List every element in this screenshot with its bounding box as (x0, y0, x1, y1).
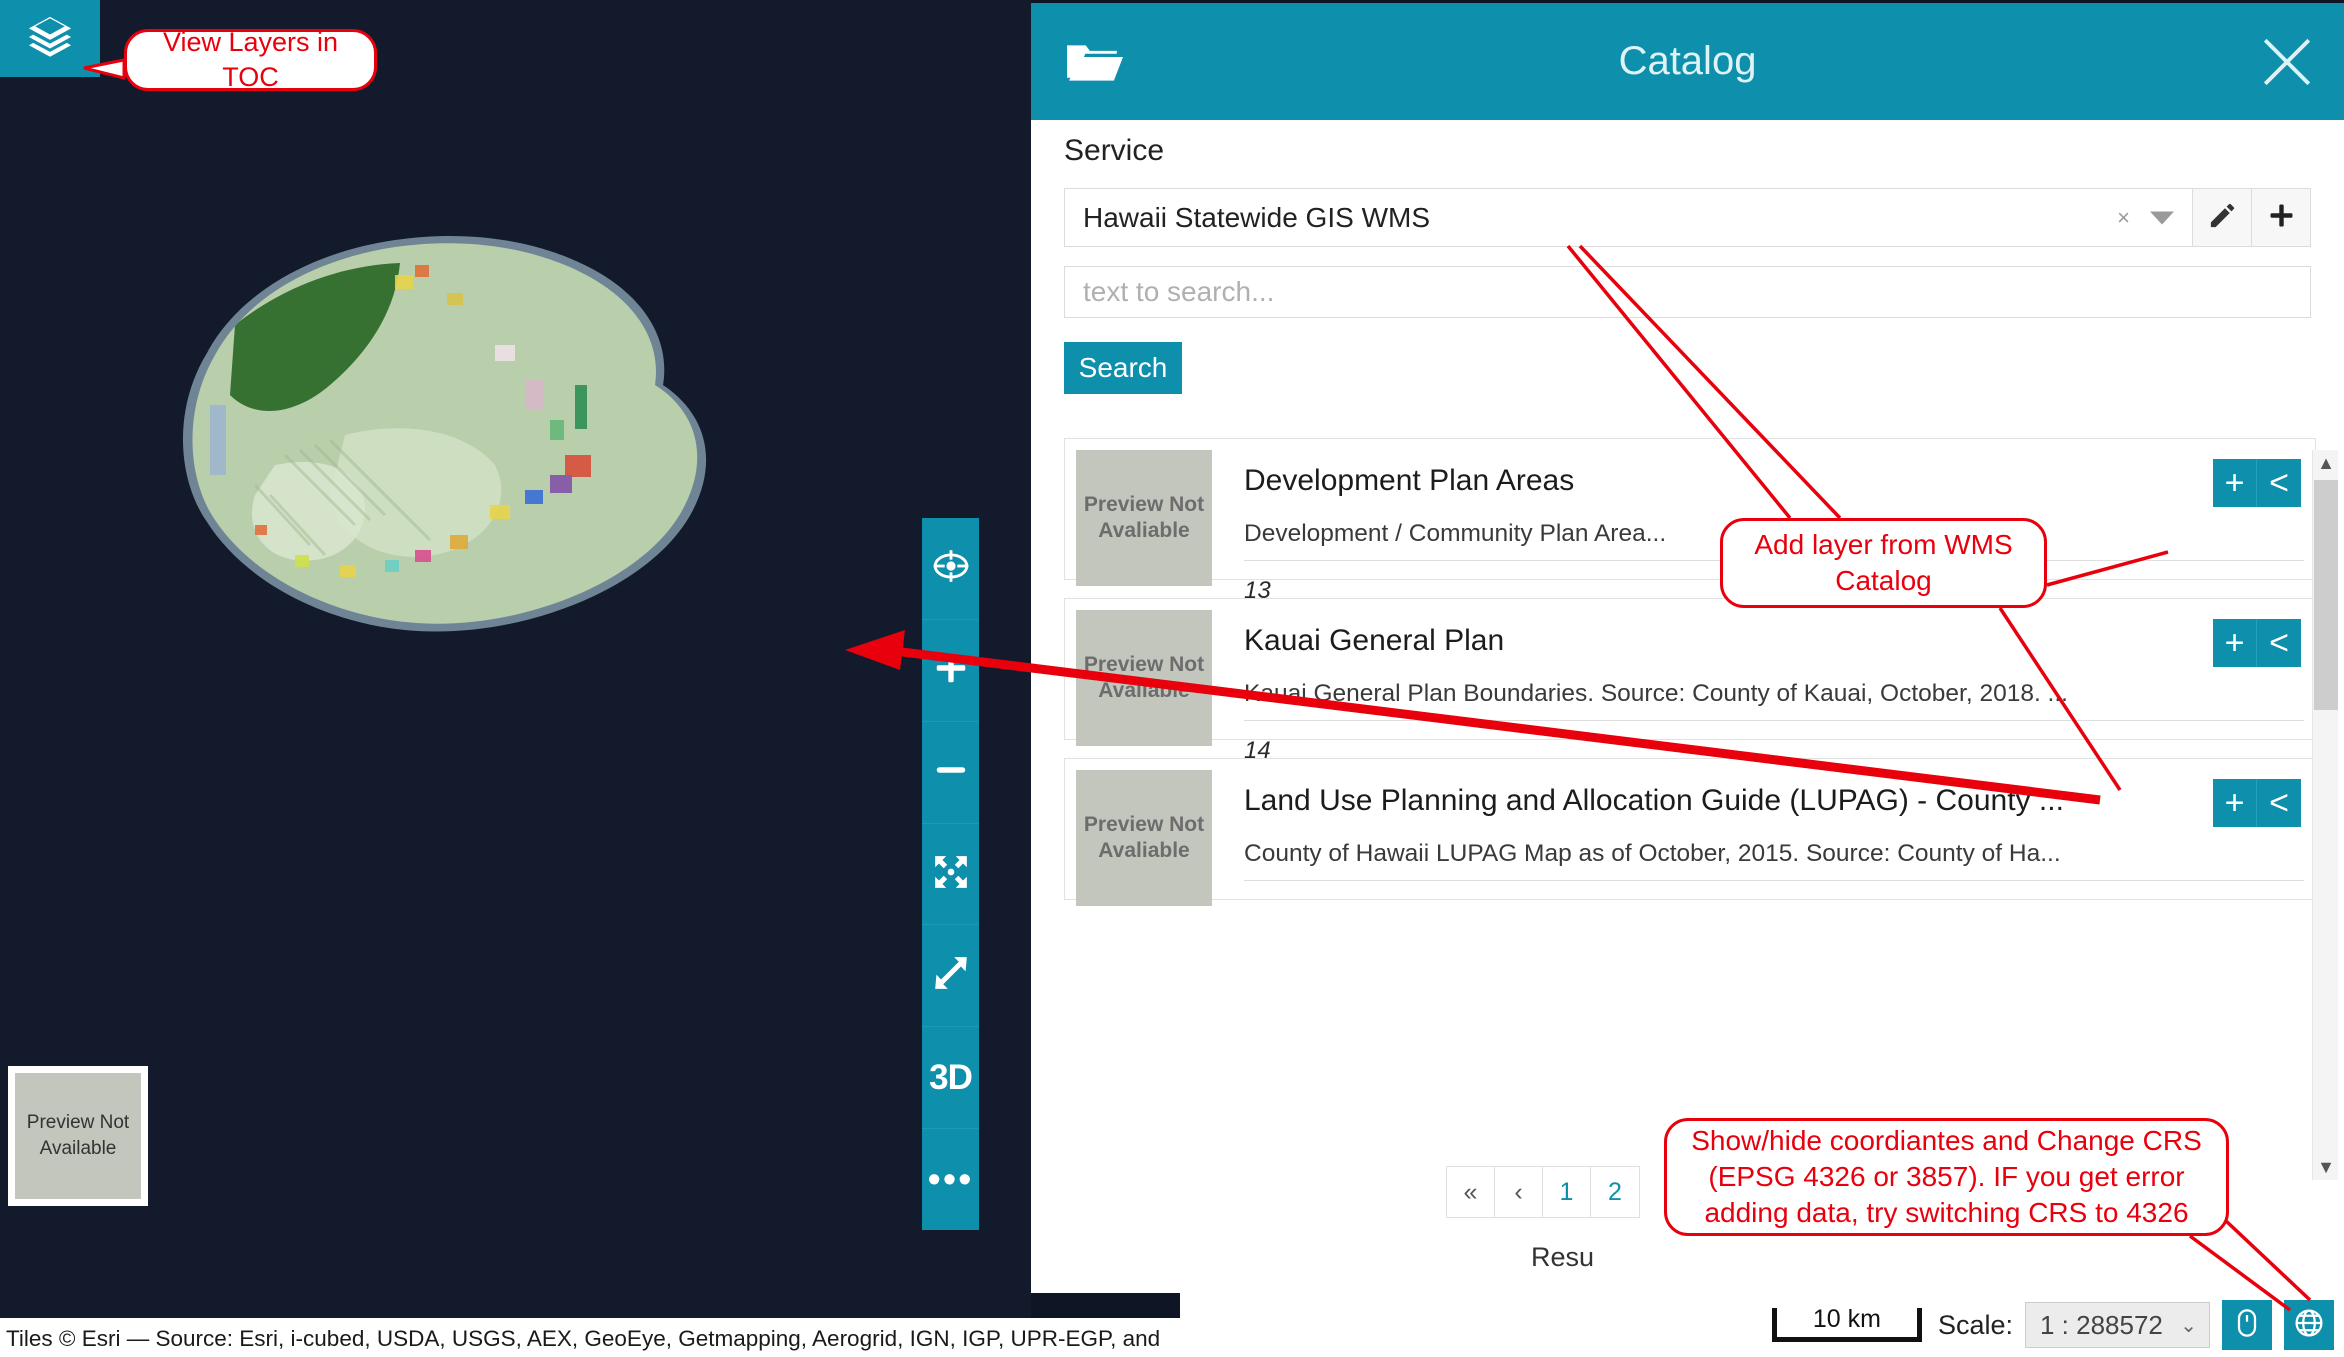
scale-bar: 10 km (1771, 1305, 1922, 1342)
result-card[interactable]: Preview Not Avaliable Kauai General Plan… (1064, 598, 2316, 764)
minus-icon (932, 751, 970, 794)
close-icon[interactable] (2258, 33, 2316, 91)
more-options-button[interactable]: ••• (922, 1129, 979, 1230)
scroll-up-icon[interactable]: ▲ (2313, 450, 2339, 476)
plus-icon (932, 649, 970, 692)
result-thumbnail: Preview Not Avaliable (1076, 610, 1212, 746)
result-description: County of Hawaii LUPAG Map as of October… (1244, 840, 2304, 881)
add-layer-button[interactable]: + (2213, 619, 2257, 667)
result-title: Kauai General Plan (1244, 624, 1505, 657)
scale-label: Scale: (1937, 1309, 2013, 1340)
expand-details-button[interactable]: < (2257, 779, 2301, 827)
search-button[interactable]: Search (1064, 342, 1182, 394)
island-graphic (95, 205, 795, 665)
page-prev-button[interactable]: ‹ (1495, 1167, 1543, 1217)
result-title: Development Plan Areas (1244, 464, 1575, 497)
status-bar: 10 km Scale: 1 : 288572 ⌄ (1180, 1293, 2344, 1357)
pencil-icon (2207, 200, 2238, 236)
result-thumbnail: Preview Not Avaliable (1076, 770, 1212, 906)
overview-preview-text: Preview Not Available (15, 1073, 141, 1199)
callout-view-layers: View Layers in TOC (124, 27, 377, 92)
layers-icon (27, 13, 73, 64)
locate-button[interactable] (922, 518, 979, 620)
result-description: Kauai General Plan Boundaries. Source: C… (1244, 680, 2304, 721)
scale-value: 1 : 288572 (2040, 1309, 2163, 1340)
scrollbar-thumb[interactable] (2314, 480, 2338, 710)
chevron-down-icon: ⌄ (2180, 1314, 2197, 1337)
search-input[interactable]: text to search... (1064, 266, 2311, 318)
mouse-icon (2231, 1307, 2263, 1344)
result-actions: + < (2213, 779, 2301, 827)
page-2-button[interactable]: 2 (1591, 1167, 1639, 1217)
expand-details-button[interactable]: < (2257, 619, 2301, 667)
callout-add-layer: Add layer from WMS Catalog (1720, 518, 2047, 608)
catalog-title: Catalog (1618, 39, 1757, 83)
scroll-down-icon[interactable]: ▼ (2313, 1154, 2339, 1180)
diagonal-arrows-icon (932, 954, 970, 997)
three-d-button[interactable]: 3D (922, 1027, 979, 1130)
service-selected-value: Hawaii Statewide GIS WMS (1083, 201, 1430, 233)
map-attribution: Tiles © Esri — Source: Esri, i-cubed, US… (0, 1318, 1180, 1357)
service-selector-row: Hawaii Statewide GIS WMS × (1064, 188, 2311, 247)
zoom-to-extent-button[interactable] (922, 824, 979, 926)
add-service-button[interactable] (2252, 188, 2311, 247)
result-card[interactable]: Preview Not Avaliable Land Use Planning … (1064, 758, 2316, 906)
view-layers-button[interactable] (0, 0, 100, 77)
scale-bar-label: 10 km (1812, 1305, 1881, 1333)
pagination: « ‹ 1 2 (1446, 1166, 1640, 1218)
catalog-panel: Catalog Service Hawaii Statewide GIS WMS… (1031, 3, 2344, 1293)
result-count-label: Resu (1531, 1242, 1595, 1272)
service-select[interactable]: Hawaii Statewide GIS WMS × (1064, 188, 2193, 247)
results-scrollbar[interactable]: ▲ ▼ (2312, 450, 2338, 1180)
results-list: Preview Not Avaliable Development Plan A… (1064, 438, 2316, 1138)
add-layer-button[interactable]: + (2213, 779, 2257, 827)
page-1-button[interactable]: 1 (1543, 1167, 1591, 1217)
result-title: Land Use Planning and Allocation Guide (… (1244, 784, 2064, 817)
map-toolbar[interactable]: 3D ••• (922, 518, 979, 1230)
service-label: Service (1064, 134, 1165, 167)
zoom-in-button[interactable] (922, 620, 979, 722)
chevron-down-icon[interactable] (2150, 211, 2174, 224)
overview-preview-panel[interactable]: Preview Not Available (8, 1066, 148, 1206)
zoom-out-button[interactable] (922, 722, 979, 824)
catalog-header: Catalog (1031, 3, 2344, 120)
change-crs-button[interactable] (2284, 1300, 2334, 1350)
callout-change-crs: Show/hide coordiantes and Change CRS (EP… (1664, 1118, 2229, 1236)
toggle-coordinates-button[interactable] (2222, 1300, 2272, 1350)
scale-select[interactable]: 1 : 288572 ⌄ (2025, 1302, 2210, 1348)
globe-icon (2293, 1307, 2325, 1344)
add-layer-button[interactable]: + (2213, 459, 2257, 507)
edit-service-button[interactable] (2193, 188, 2252, 247)
page-first-button[interactable]: « (1447, 1167, 1495, 1217)
fullscreen-button[interactable] (922, 925, 979, 1028)
result-thumbnail: Preview Not Avaliable (1076, 450, 1212, 586)
expand-details-button[interactable]: < (2257, 459, 2301, 507)
folder-open-icon (1065, 39, 1123, 85)
plus-icon (2266, 200, 2297, 236)
clear-icon[interactable]: × (2117, 205, 2130, 231)
result-card[interactable]: Preview Not Avaliable Development Plan A… (1064, 438, 2316, 604)
map-canvas[interactable]: 3D ••• Preview Not Available (0, 0, 1031, 1318)
expand-arrows-icon (932, 853, 970, 896)
result-actions: + < (2213, 619, 2301, 667)
crosshair-icon (932, 547, 970, 590)
result-actions: + < (2213, 459, 2301, 507)
